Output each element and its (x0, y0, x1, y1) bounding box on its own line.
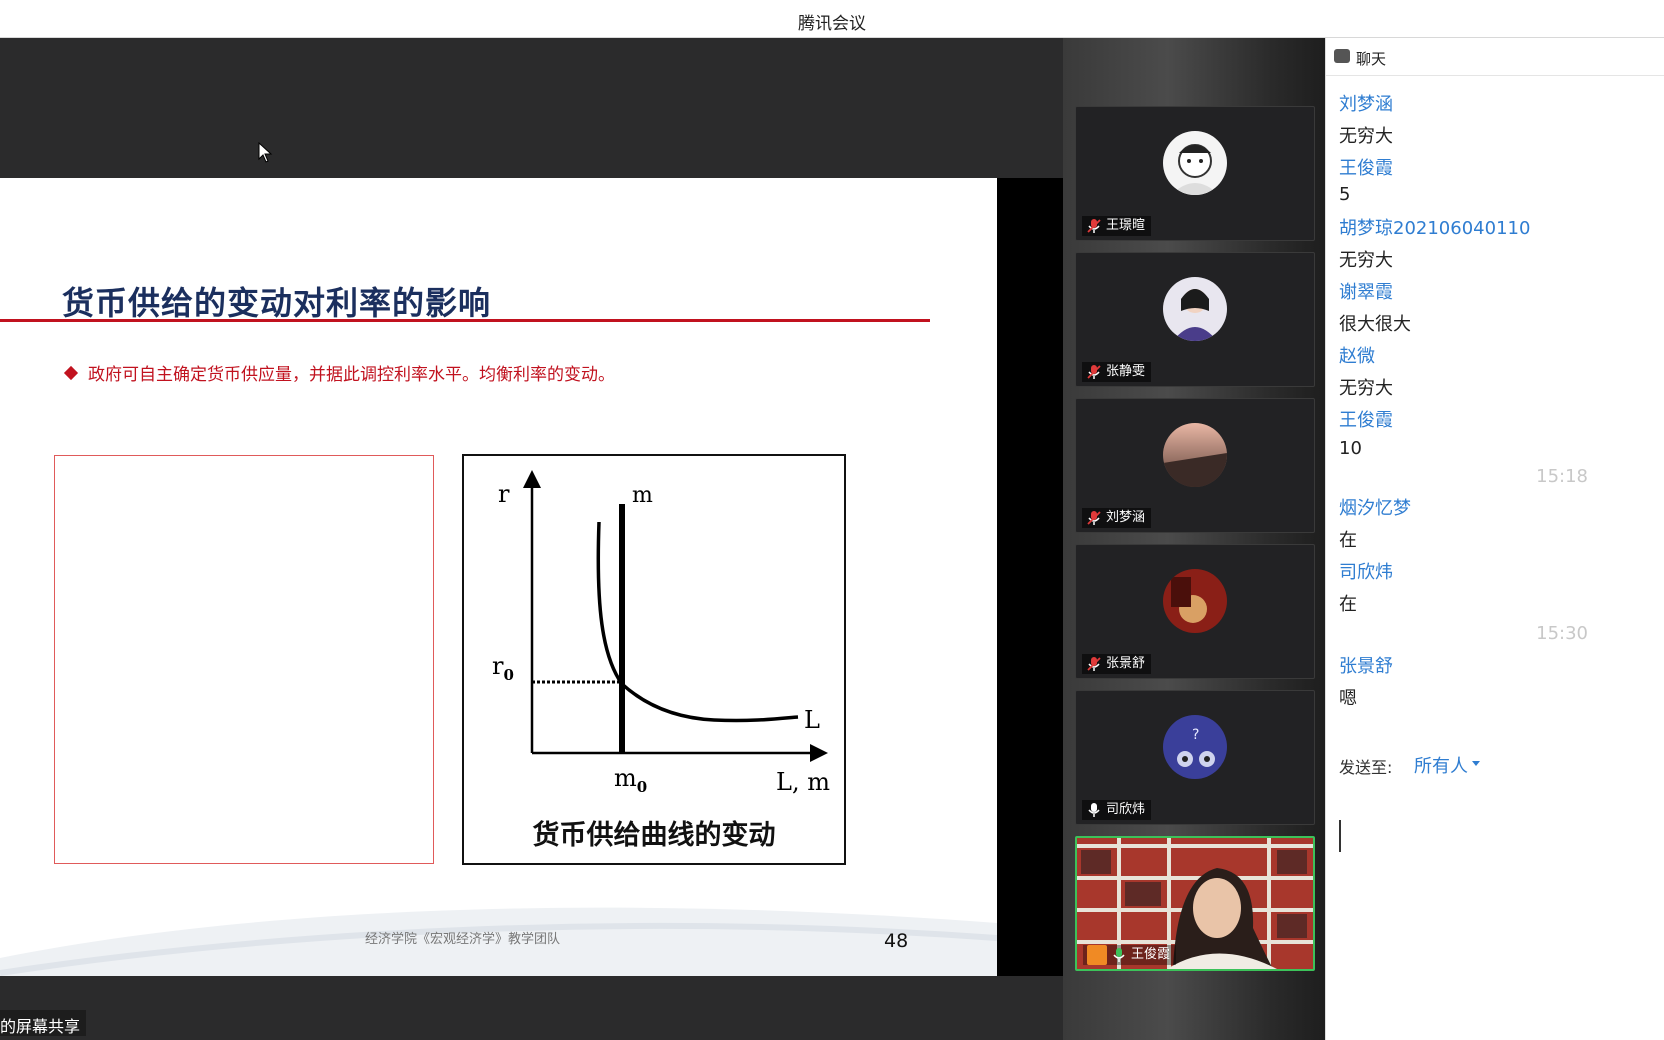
slide-bullet: 政府可自主确定货币供应量，并据此调控利率水平。均衡利率的变动。 (63, 360, 615, 385)
message-sender[interactable]: 司欣炜 (1339, 558, 1393, 584)
message-text: 无穷大 (1339, 378, 1393, 399)
m0-main: m (614, 764, 637, 792)
supply-label: m (632, 483, 653, 508)
avatar (1163, 423, 1227, 487)
y-axis-label: r (498, 480, 510, 508)
muted-mic-icon (1087, 219, 1101, 233)
message-text: 很大很大 (1339, 314, 1411, 335)
mic-icon (1088, 803, 1100, 817)
window-titlebar: 腾讯会议 (0, 0, 1664, 38)
host-badge-icon (1087, 945, 1107, 965)
chat-header-label: 聊天 (1356, 50, 1387, 68)
participant-name-tag: 王俊霞 (1083, 945, 1177, 965)
participant-name: 司欣炜 (1106, 802, 1146, 817)
message-text: 5 (1339, 184, 1351, 205)
screen-share-label: 的屏幕共享 (0, 1010, 87, 1036)
bullet-diamond-icon (63, 365, 79, 381)
participant-name-tag: 张景舒 (1082, 654, 1152, 674)
message-sender[interactable]: 烟汐忆梦 (1339, 494, 1411, 520)
message-text: 10 (1339, 438, 1362, 459)
money-supply-graph: r m L L, m r0 m0 货币供给曲线的变动 (462, 454, 846, 865)
slide-footer: 经济学院《宏观经济学》教学团队 (365, 932, 561, 947)
slide-title: 货币供给的变动对利率的影响 (62, 284, 492, 322)
y-axis-arrow (523, 470, 541, 488)
bullet-text: 政府可自主确定货币供应量，并据此调控利率水平。均衡利率的变动。 (88, 365, 615, 385)
participant-name: 张静雯 (1106, 364, 1146, 379)
mic-icon (1113, 948, 1125, 962)
mouse-cursor-icon (258, 142, 273, 163)
message-text: 无穷大 (1339, 126, 1393, 147)
chat-panel: 聊天 刘梦涵 无穷大 王俊霞 5 胡梦琼202106040110 无穷大 谢翠霞… (1325, 38, 1664, 1040)
window-title: 腾讯会议 (798, 14, 866, 34)
text-caret (1339, 820, 1341, 852)
presentation-slide: 货币供给的变动对利率的影响 政府可自主确定货币供应量，并据此调控利率水平。均衡利… (0, 178, 997, 976)
chat-bubble-icon (1334, 49, 1350, 63)
r0-main: r (492, 652, 504, 680)
participant-name-tag: 司欣炜 (1082, 800, 1152, 820)
r0-sub: 0 (503, 666, 513, 684)
demand-label: L (804, 706, 820, 734)
message-sender[interactable]: 王俊霞 (1339, 406, 1393, 432)
participant-name: 王俊霞 (1131, 947, 1171, 962)
chat-message-input[interactable] (1336, 780, 1656, 1030)
avatar (1163, 131, 1227, 195)
send-to-dropdown[interactable]: 所有人 (1414, 752, 1468, 778)
message-text: 在 (1339, 594, 1357, 615)
r0-label: r0 (492, 652, 514, 684)
screen-share-area: 货币供给的变动对利率的影响 政府可自主确定货币供应量，并据此调控利率水平。均衡利… (0, 38, 1063, 1040)
participant-tile[interactable]: 王璟暄 (1075, 106, 1315, 241)
m0-sub: 0 (637, 778, 647, 796)
participant-name: 刘梦涵 (1106, 510, 1146, 525)
message-sender[interactable]: 王俊霞 (1339, 154, 1393, 180)
graph-caption: 货币供给曲线的变动 (532, 820, 776, 851)
slide-page-number: 48 (884, 930, 909, 952)
participant-tile[interactable]: 张景舒 (1075, 544, 1315, 679)
chevron-down-icon[interactable] (1472, 761, 1480, 766)
svg-text:?: ? (1192, 727, 1199, 743)
message-timestamp: 15:18 (1536, 466, 1588, 487)
letterbox-strip (997, 178, 1063, 976)
x-axis-arrow (810, 744, 828, 762)
avatar (1163, 277, 1227, 341)
participant-tile[interactable]: ? 司欣炜 (1075, 690, 1315, 825)
demand-curve-l (596, 521, 799, 723)
participant-video-panel: 王璟暄 张静雯 刘梦涵 张景舒 ? 司欣炜 王俊霞 (1063, 38, 1325, 1040)
participant-name-tag: 刘梦涵 (1082, 508, 1152, 528)
avatar (1163, 569, 1227, 633)
muted-mic-icon (1087, 657, 1101, 671)
message-text: 无穷大 (1339, 250, 1393, 271)
m0-label: m0 (614, 764, 647, 796)
participant-name-tag: 张静雯 (1082, 362, 1152, 382)
participant-name: 张景舒 (1106, 656, 1146, 671)
active-speaker-tile[interactable]: 王俊霞 (1075, 836, 1315, 971)
muted-mic-icon (1087, 511, 1101, 525)
message-sender[interactable]: 谢翠霞 (1339, 278, 1393, 304)
message-sender[interactable]: 胡梦琼202106040110 (1339, 214, 1530, 240)
participant-tile[interactable]: 张静雯 (1075, 252, 1315, 387)
message-sender[interactable]: 张景舒 (1339, 652, 1393, 678)
title-underline (0, 319, 930, 322)
participant-tile[interactable]: 刘梦涵 (1075, 398, 1315, 533)
send-to-label: 发送至: (1339, 758, 1393, 777)
message-timestamp: 15:30 (1536, 623, 1588, 644)
empty-placeholder-box (54, 455, 434, 864)
participant-name: 王璟暄 (1106, 218, 1146, 233)
avatar: ? (1163, 715, 1227, 779)
message-text: 在 (1339, 530, 1357, 551)
x-axis-label: L, m (776, 768, 830, 796)
message-text: 嗯 (1339, 688, 1357, 709)
message-sender[interactable]: 赵微 (1339, 342, 1375, 368)
chat-header: 聊天 (1326, 38, 1664, 76)
participant-name-tag: 王璟暄 (1082, 216, 1152, 236)
muted-mic-icon (1087, 365, 1101, 379)
message-sender[interactable]: 刘梦涵 (1339, 90, 1393, 116)
graph-svg: r m L L, m r0 m0 (492, 470, 830, 796)
